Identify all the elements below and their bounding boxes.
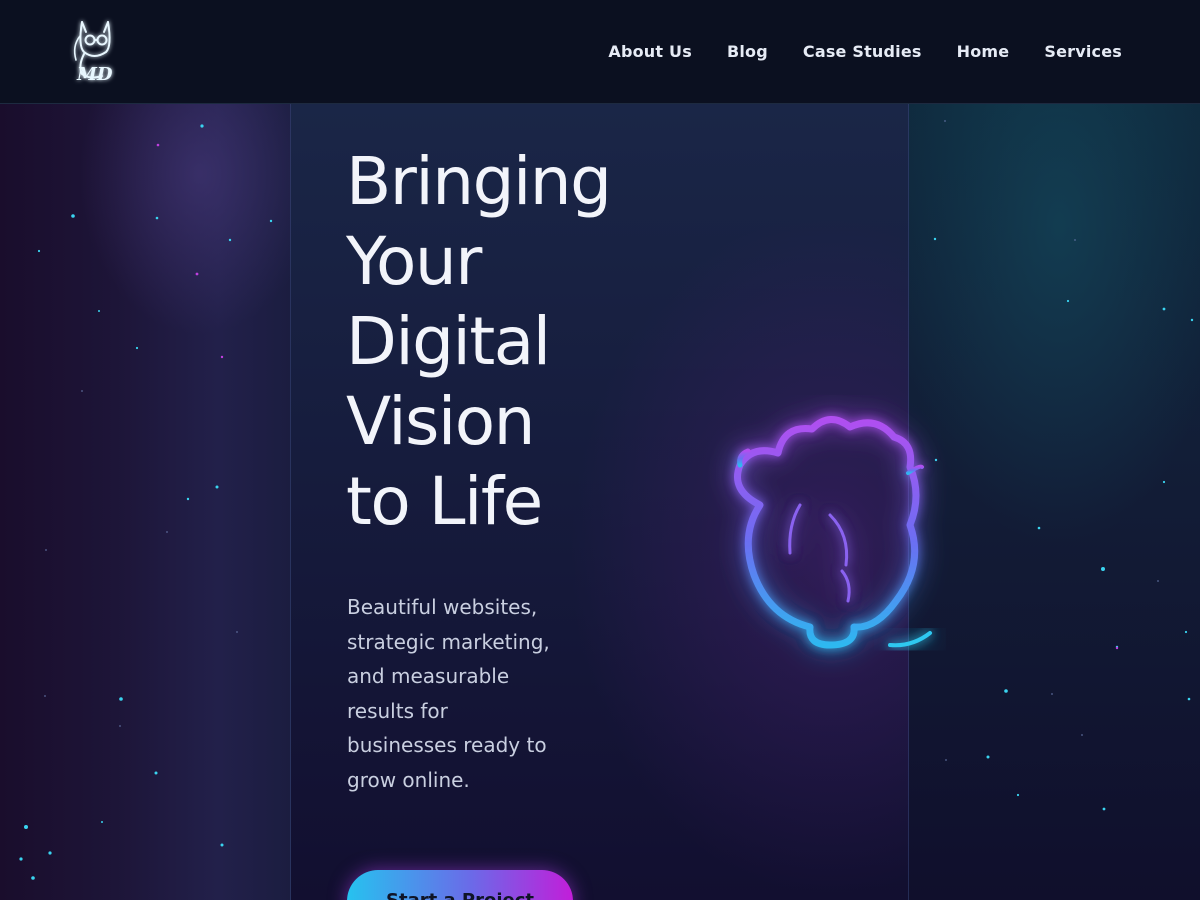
hero-title-line: Vision [346,383,535,460]
nav-services[interactable]: Services [1044,40,1122,64]
site-header: MD About Us Blog Case Studies Home Servi… [0,0,1200,104]
hero-subtitle-line: grow online. [347,767,470,792]
divider-left [290,104,291,900]
hero-title-line: Your [346,223,482,300]
cat-logo-icon[interactable]: MD [68,16,132,88]
hero-subtitle-line: businesses ready to [347,733,547,758]
hero-subtitle-line: and measurable [347,664,510,689]
nav-about-us[interactable]: About Us [608,40,692,64]
hero-subtitle-line: results for [347,698,448,723]
hero-title-line: to Life [346,463,543,540]
nav-case-studies[interactable]: Case Studies [803,40,922,64]
nav-home[interactable]: Home [957,40,1010,64]
start-project-button[interactable]: Start a Project [347,870,573,900]
logo-text: MD [76,64,113,85]
hero-title-line: Bringing [346,143,612,220]
page: MD About Us Blog Case Studies Home Servi… [0,0,1200,900]
main-nav: About Us Blog Case Studies Home Services [573,40,1122,64]
hero-subtitle-line: strategic marketing, [347,629,550,654]
hero-title: Bringing Your Digital Vision to Life [346,142,686,542]
hero-subtitle: Beautiful websites, strategic marketing,… [347,590,567,798]
hero-title-line: Digital [346,303,551,380]
background-left-panel [0,104,291,900]
hero-subtitle-line: Beautiful websites, [347,595,538,619]
nav-blog[interactable]: Blog [727,40,768,64]
neon-brain-icon [734,416,932,649]
